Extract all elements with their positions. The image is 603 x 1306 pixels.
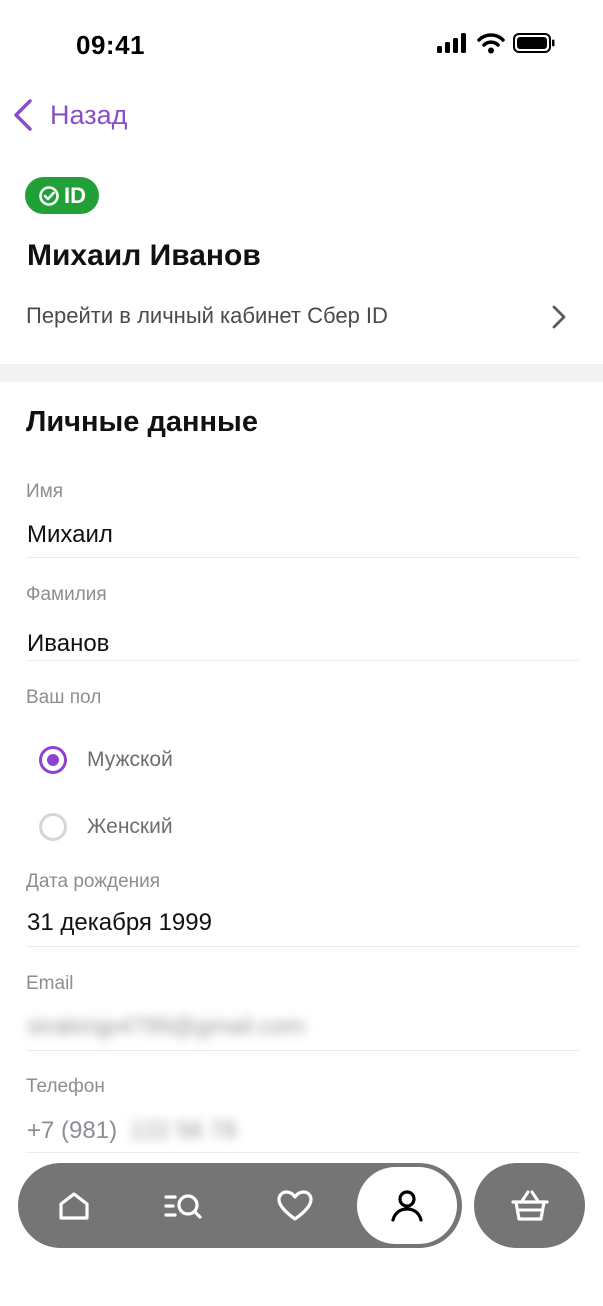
tab-favorites[interactable] <box>263 1174 327 1238</box>
profile-name: Михаил Иванов <box>27 239 261 272</box>
phone-prefix: +7 (981) <box>27 1117 118 1144</box>
back-label: Назад <box>50 99 128 130</box>
birth-date-underline <box>26 946 579 947</box>
gender-option-male[interactable]: Мужской <box>39 743 173 777</box>
sber-id-link-label: Перейти в личный кабинет Сбер ID <box>26 303 388 328</box>
phone-number-hidden: 122 56 78 <box>129 1117 237 1144</box>
tab-profile[interactable] <box>357 1167 457 1244</box>
phone-field[interactable]: +7 (981) 122 56 78 <box>27 1117 237 1145</box>
tab-catalog[interactable] <box>152 1174 216 1238</box>
status-icons <box>437 32 555 54</box>
home-icon <box>59 1192 89 1220</box>
first-name-underline <box>26 557 579 558</box>
section-title: Личные данные <box>26 406 258 438</box>
gender-option-label: Мужской <box>87 748 173 771</box>
check-circle-icon <box>39 185 59 206</box>
status-time: 09:41 <box>76 30 145 60</box>
phone-underline <box>26 1152 579 1153</box>
back-button[interactable]: Назад <box>10 92 127 138</box>
tab-bar <box>18 1163 462 1248</box>
cart-button[interactable] <box>474 1163 585 1248</box>
gender-option-label: Женский <box>87 815 173 838</box>
wifi-icon <box>477 33 505 54</box>
section-divider <box>0 364 603 382</box>
sber-id-cabinet-link[interactable]: Перейти в личный кабинет Сбер ID <box>0 290 603 342</box>
battery-icon <box>513 33 555 53</box>
last-name-underline <box>26 660 579 661</box>
birth-date-field[interactable]: 31 декабря 1999 <box>27 909 212 937</box>
last-name-label: Фамилия <box>26 584 107 605</box>
id-badge-text: ID <box>64 182 86 208</box>
first-name-field[interactable]: Михаил <box>27 521 113 549</box>
email-underline <box>26 1050 579 1051</box>
tab-home[interactable] <box>42 1174 106 1238</box>
gender-label: Ваш пол <box>26 687 102 708</box>
heart-icon <box>277 1190 313 1221</box>
gender-option-female[interactable]: Женский <box>39 810 173 844</box>
last-name-field[interactable]: Иванов <box>27 630 109 658</box>
first-name-label: Имя <box>26 481 64 502</box>
sber-id-badge: ID <box>25 177 99 214</box>
chevron-right-icon <box>552 305 566 329</box>
chevron-left-icon <box>14 99 32 131</box>
radio-checked-icon <box>39 746 67 774</box>
radio-unchecked-icon <box>39 813 67 841</box>
profile-icon <box>391 1189 423 1222</box>
email-field[interactable]: sirakirqp4799@gmail.com <box>27 1013 305 1041</box>
email-label: Email <box>26 973 74 994</box>
catalog-search-icon <box>164 1194 202 1219</box>
status-bar: 09:41 <box>0 0 603 90</box>
signal-icon <box>437 33 466 53</box>
phone-label: Телефон <box>26 1076 105 1097</box>
birth-date-label: Дата рождения <box>26 871 161 892</box>
basket-icon <box>510 1190 549 1221</box>
